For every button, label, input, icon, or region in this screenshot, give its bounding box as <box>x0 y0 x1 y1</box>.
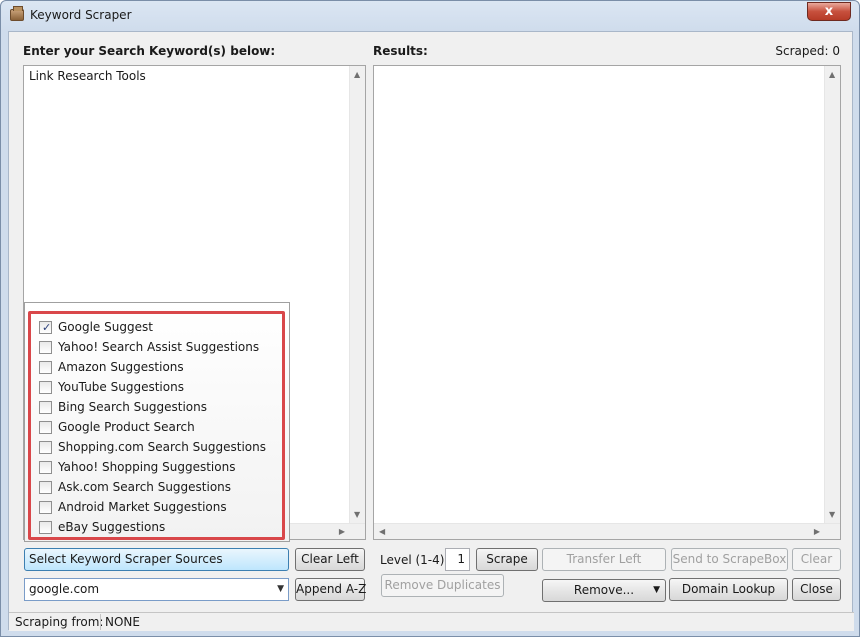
close-button[interactable]: Close <box>792 578 841 601</box>
keyword-scraper-window: Keyword Scraper x Enter your Search Keyw… <box>0 0 860 637</box>
scroll-left-icon[interactable]: ◀ <box>379 527 385 537</box>
status-label: Scraping from: <box>15 615 104 629</box>
sources-popup: ✓ Google Suggest Yahoo! Search Assist Su… <box>24 302 290 542</box>
clear-results-button[interactable]: Clear <box>792 548 841 571</box>
checkbox[interactable] <box>39 341 52 354</box>
keywords-text: Link Research Tools <box>29 69 146 83</box>
results-list[interactable]: ▲ ▼ ◀ ▶ <box>373 65 841 540</box>
checkbox[interactable] <box>39 481 52 494</box>
status-value: NONE <box>105 615 140 629</box>
remove-duplicates-button[interactable]: Remove Duplicates <box>381 574 504 597</box>
client-area: Enter your Search Keyword(s) below: Resu… <box>8 31 854 631</box>
status-bar: Scraping from: NONE <box>9 612 854 631</box>
clear-left-button[interactable]: Clear Left <box>295 548 365 571</box>
domain-lookup-button[interactable]: Domain Lookup <box>669 578 788 601</box>
checkbox[interactable] <box>39 401 52 414</box>
scraped-count: Scraped: 0 <box>775 44 840 58</box>
keywords-vertical-scrollbar[interactable]: ▲ ▼ <box>349 66 365 524</box>
checkbox[interactable] <box>39 501 52 514</box>
checkbox[interactable]: ✓ <box>39 321 52 334</box>
results-vertical-scrollbar[interactable]: ▲ ▼ <box>824 66 840 524</box>
checkbox[interactable] <box>39 441 52 454</box>
chevron-down-icon[interactable]: ▼ <box>277 584 284 594</box>
scroll-down-icon[interactable]: ▼ <box>829 510 835 520</box>
remove-menu-button[interactable]: Remove... ▼ <box>542 579 666 602</box>
checkbox[interactable] <box>39 361 52 374</box>
scrape-button[interactable]: Scrape <box>476 548 538 571</box>
checkbox[interactable] <box>39 421 52 434</box>
results-horizontal-scrollbar[interactable]: ◀ ▶ <box>374 523 840 539</box>
status-divider <box>100 614 101 630</box>
send-to-scrapebox-button[interactable]: Send to ScrapeBox <box>671 548 788 571</box>
keywords-heading: Enter your Search Keyword(s) below: <box>23 44 276 58</box>
engine-value: google.com <box>29 582 100 596</box>
engine-select[interactable]: google.com ▼ <box>24 578 289 601</box>
window-close-button[interactable]: x <box>807 2 851 21</box>
check-icon: ✓ <box>42 321 52 334</box>
scroll-up-icon[interactable]: ▲ <box>354 70 360 80</box>
checkbox[interactable] <box>39 381 52 394</box>
box-icon <box>10 6 24 21</box>
append-az-button[interactable]: Append A-Z <box>295 578 366 601</box>
scroll-down-icon[interactable]: ▼ <box>354 510 360 520</box>
checkbox[interactable] <box>39 461 52 474</box>
transfer-left-button[interactable]: Transfer Left <box>542 548 666 571</box>
scroll-right-icon[interactable]: ▶ <box>814 527 820 537</box>
chevron-down-icon: ▼ <box>653 585 660 595</box>
level-label: Level (1-4): <box>380 553 449 567</box>
results-heading: Results: <box>373 44 428 58</box>
scroll-up-icon[interactable]: ▲ <box>829 70 835 80</box>
window-title: Keyword Scraper <box>30 8 132 22</box>
checkbox[interactable] <box>39 521 52 534</box>
scroll-right-icon[interactable]: ▶ <box>339 527 345 537</box>
remove-label: Remove... <box>573 583 635 597</box>
level-input[interactable]: 1 <box>445 548 470 571</box>
select-sources-button[interactable]: Select Keyword Scraper Sources <box>24 548 289 571</box>
title-bar[interactable]: Keyword Scraper x <box>1 1 859 31</box>
